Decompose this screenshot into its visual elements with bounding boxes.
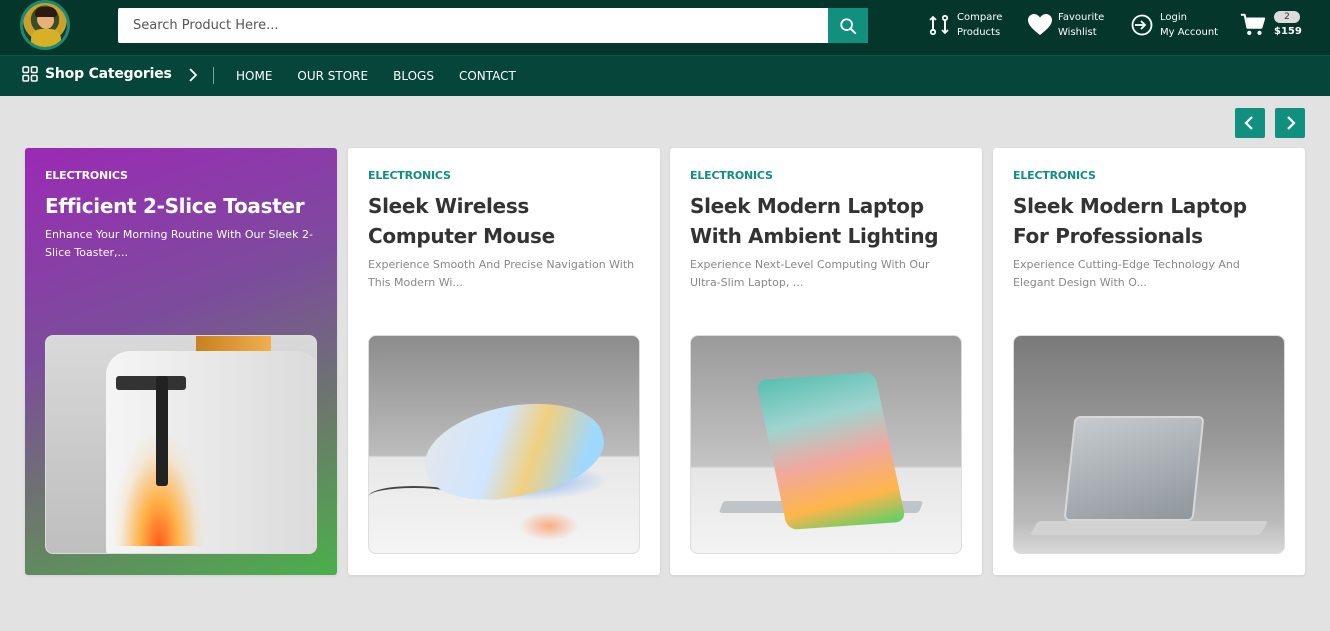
product-card-laptop-pro[interactable]: ELECTRONICS Sleek Modern Laptop For Prof…	[993, 148, 1305, 575]
laptop-base	[1029, 521, 1269, 535]
grid-icon	[22, 66, 38, 82]
product-category: ELECTRONICS	[1013, 169, 1096, 182]
login-line1: Login	[1160, 12, 1187, 23]
nav-blogs[interactable]: BLOGS	[393, 69, 434, 83]
product-title[interactable]: Sleek Modern Laptop For Professionals	[1013, 191, 1288, 251]
product-description: Experience Next-Level Computing With Our…	[690, 258, 930, 289]
product-category: ELECTRONICS	[368, 169, 451, 182]
product-card-laptop-ambient[interactable]: ELECTRONICS Sleek Modern Laptop With Amb…	[670, 148, 982, 575]
toaster-slot	[156, 376, 168, 486]
product-category: ELECTRONICS	[45, 169, 128, 182]
nav-home[interactable]: HOME	[236, 69, 272, 83]
product-title[interactable]: Efficient 2-Slice Toaster	[45, 191, 320, 221]
logo-hair	[35, 7, 57, 17]
product-image-laptop-ambient[interactable]	[690, 335, 962, 554]
toaster-lever	[116, 376, 186, 390]
product-title[interactable]: Sleek Wireless Computer Mouse	[368, 191, 643, 251]
product-image-mouse[interactable]	[368, 335, 640, 554]
compare-line1: Compare	[957, 12, 1003, 23]
search-button[interactable]	[828, 8, 868, 43]
product-description: Enhance Your Morning Routine With Our Sl…	[45, 228, 313, 259]
nav-our-store[interactable]: OUR STORE	[297, 69, 368, 83]
compare-line2: Products	[957, 27, 1001, 38]
nav-menu: HOME OUR STORE BLOGS CONTACT	[236, 69, 516, 83]
compare-products-link[interactable]: Compare Products	[926, 10, 1002, 40]
product-image-laptop-pro[interactable]	[1013, 335, 1285, 554]
wishlist-line1: Favourite	[1058, 12, 1105, 23]
site-logo-avatar[interactable]	[20, 0, 70, 50]
heart-icon	[1027, 12, 1053, 38]
chevron-left-icon	[1244, 116, 1253, 130]
laptop-screen	[1063, 416, 1205, 521]
shop-categories-toggle[interactable]: Shop Categories	[22, 66, 172, 82]
product-card-mouse[interactable]: ELECTRONICS Sleek Wireless Computer Mous…	[348, 148, 660, 575]
login-account-link[interactable]: Login My Account	[1129, 10, 1218, 40]
login-line2: My Account	[1160, 27, 1219, 38]
product-image-toaster[interactable]	[45, 335, 317, 554]
product-category: ELECTRONICS	[690, 169, 773, 182]
chevron-right-icon[interactable]	[186, 66, 200, 84]
logo-shirt	[31, 29, 61, 47]
wishlist-link[interactable]: Favourite Wishlist	[1027, 10, 1104, 40]
search-icon	[840, 17, 857, 34]
cart-count-badge: 2	[1274, 11, 1300, 23]
shop-categories-label: Shop Categories	[45, 66, 172, 82]
cart-total: $159	[1274, 26, 1302, 37]
carousel-next-button[interactable]	[1275, 108, 1305, 138]
compare-icon	[926, 12, 952, 38]
wishlist-line2: Wishlist	[1058, 27, 1097, 38]
product-card-toaster[interactable]: ELECTRONICS Efficient 2-Slice Toaster En…	[25, 148, 337, 575]
product-description: Experience Smooth And Precise Navigation…	[368, 258, 635, 289]
cart-icon	[1240, 12, 1266, 38]
search-input[interactable]	[118, 8, 828, 43]
login-icon	[1129, 12, 1155, 38]
nav-contact[interactable]: CONTACT	[459, 69, 516, 83]
product-description: Experience Cutting-Edge Technology And E…	[1013, 258, 1240, 289]
search-bar	[118, 8, 868, 43]
carousel-prev-button[interactable]	[1235, 108, 1265, 138]
nav-separator	[213, 67, 214, 84]
product-title[interactable]: Sleek Modern Laptop With Ambient Lightin…	[690, 191, 965, 251]
cart-link[interactable]	[1240, 12, 1271, 38]
chevron-right-icon	[1287, 116, 1296, 130]
mouse-reflection	[519, 511, 579, 541]
